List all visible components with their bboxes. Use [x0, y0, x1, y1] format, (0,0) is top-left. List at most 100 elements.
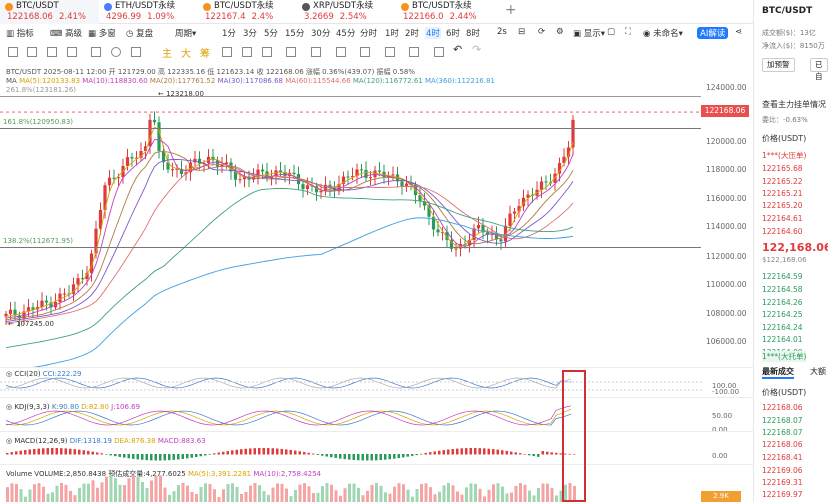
- volume-bar: [330, 484, 333, 502]
- tab-btc-usdt-perp[interactable]: BTC/USDT永续 122167.4 2.4%: [198, 0, 297, 24]
- fullscreen-icon[interactable]: ⛶: [625, 27, 631, 37]
- interval-1h[interactable]: 1时: [385, 27, 399, 39]
- volume-bar: [51, 492, 54, 502]
- volume-pane: Volume VOLUME:2,850.8438 预估成交量:4,277.602…: [0, 464, 753, 502]
- tab-btc-usdt[interactable]: BTC/USDT 122168.06 2.41%: [0, 0, 99, 24]
- bid-row[interactable]: 122164.26: [762, 298, 803, 307]
- fib-tool-icon[interactable]: [222, 47, 232, 57]
- ask-row[interactable]: 122165.21: [762, 189, 803, 198]
- ask-row[interactable]: 122165.22: [762, 177, 803, 186]
- layout-icon[interactable]: ⊟: [518, 27, 525, 37]
- interval-45m[interactable]: 45分: [336, 27, 355, 39]
- chips-tool[interactable]: 筹: [200, 45, 210, 60]
- candle-body: [58, 293, 62, 302]
- volume-bar: [366, 490, 369, 502]
- interval-line[interactable]: 分时: [360, 27, 377, 39]
- template-dropdown[interactable]: ◉ 未命名▾: [643, 27, 683, 39]
- period-dropdown[interactable]: 周期▾: [175, 27, 196, 39]
- candle-body: [436, 229, 440, 233]
- macd-bar: [307, 452, 310, 455]
- volume-bar: [438, 491, 441, 502]
- ask-row[interactable]: 122165.68: [762, 164, 803, 173]
- ticker-tab-bar: BTC/USDT 122168.06 2.41% ETH/USDT永续 4296.…: [0, 0, 753, 24]
- circle-tool-icon[interactable]: [111, 47, 121, 57]
- settings-icon[interactable]: ⚙: [556, 27, 564, 37]
- line-tool-icon[interactable]: [27, 47, 37, 57]
- layer-tool-icon[interactable]: [409, 47, 419, 57]
- arrow-tool-icon[interactable]: [262, 47, 272, 57]
- ai-interpret-button[interactable]: AI解读: [697, 27, 729, 39]
- cursor-tool-icon[interactable]: [8, 47, 18, 57]
- favorited-button[interactable]: 已自: [810, 58, 828, 81]
- indicator-button[interactable]: ▥ 指标: [6, 27, 34, 39]
- lock-tool-icon[interactable]: [336, 47, 346, 57]
- ask-row[interactable]: 122164.60: [762, 227, 803, 236]
- copy-tool-icon[interactable]: [434, 47, 444, 57]
- bid-row[interactable]: 122164.58: [762, 285, 803, 294]
- screenshot-icon[interactable]: ▢: [607, 27, 615, 37]
- interval-2h[interactable]: 2时: [405, 27, 419, 39]
- interval-30m[interactable]: 30分: [311, 27, 330, 39]
- volume-bar: [442, 485, 446, 502]
- macd-bar: [285, 449, 288, 455]
- add-alert-button[interactable]: 加预警: [762, 58, 795, 72]
- volume-bar: [478, 488, 482, 502]
- big-order-tool[interactable]: 大: [181, 45, 191, 60]
- macd-bar: [393, 454, 396, 459]
- parallel-tool-icon[interactable]: [67, 47, 77, 57]
- interval-1m[interactable]: 1分: [222, 27, 236, 39]
- macd-bar: [262, 448, 265, 455]
- volume-bar: [10, 483, 14, 502]
- macd-bar: [388, 454, 391, 460]
- delete-tool-icon[interactable]: [385, 47, 395, 57]
- bid-row[interactable]: 122164.01: [762, 335, 803, 344]
- main-force-tool[interactable]: 主: [162, 45, 172, 60]
- interval-15m[interactable]: 15分: [285, 27, 304, 39]
- macd-bar: [258, 448, 261, 455]
- candlestick-chart[interactable]: [0, 82, 753, 373]
- bid-row[interactable]: 122164.25: [762, 310, 803, 319]
- ruler-tool-icon[interactable]: [242, 47, 252, 57]
- tab-latest-trades[interactable]: 最新成交: [762, 366, 794, 379]
- interval-5m[interactable]: 5分: [264, 27, 278, 39]
- interval-8h[interactable]: 8时: [466, 27, 480, 39]
- advanced-button[interactable]: ⌨ 高级: [50, 27, 82, 39]
- volume-bar: [150, 480, 153, 502]
- interval-3m[interactable]: 3分: [243, 27, 257, 39]
- interval-6h[interactable]: 6时: [446, 27, 460, 39]
- macd-bar: [321, 454, 324, 456]
- volume-bar: [91, 480, 95, 502]
- display-toggle[interactable]: ▣ 显示▾: [573, 27, 605, 39]
- redo-icon[interactable]: ↷: [472, 43, 481, 56]
- tab-big-trades[interactable]: 大额: [810, 366, 826, 377]
- low-marker: ← 107245.00: [8, 320, 54, 328]
- tab-eth-usdt-perp[interactable]: ETH/USDT永续 4296.99 1.09%: [99, 0, 198, 24]
- volume-bar: [204, 483, 207, 502]
- tab-xrp-usdt-perp[interactable]: XRP/USDT永续 3.2669 2.54%: [297, 0, 396, 24]
- ask-row[interactable]: 122165.20: [762, 201, 803, 210]
- share-icon[interactable]: ⋖: [735, 27, 742, 37]
- undo-icon[interactable]: ↶: [453, 43, 462, 56]
- eye-tool-icon[interactable]: [360, 47, 370, 57]
- text-tool-icon[interactable]: [131, 47, 141, 57]
- hline-tool-icon[interactable]: [47, 47, 57, 57]
- volume-bar: [523, 484, 527, 502]
- interval-4h[interactable]: 4时: [425, 27, 441, 39]
- volume-bar: [73, 495, 77, 502]
- ask-row[interactable]: 122164.61: [762, 214, 803, 223]
- tab-btc-usdt-perp-2[interactable]: BTC/USDT永续 122166.0 2.44%: [396, 0, 495, 24]
- macd-bar: [123, 454, 126, 458]
- brush-tool-icon[interactable]: [311, 47, 321, 57]
- macd-bar: [447, 449, 450, 455]
- rect-tool-icon[interactable]: [91, 47, 101, 57]
- bid-row[interactable]: 122164.59: [762, 272, 803, 281]
- macd-bar: [87, 450, 90, 455]
- multi-window-button[interactable]: ▦ 多窗: [88, 27, 116, 39]
- main-orders-link[interactable]: 查看主力挂单情况: [762, 99, 826, 110]
- refresh-icon[interactable]: ⟳: [538, 27, 545, 37]
- replay-button[interactable]: ◷ 复盘: [126, 27, 153, 39]
- macd-bar: [546, 451, 549, 455]
- add-tab-button[interactable]: +: [505, 2, 517, 18]
- magnet-tool-icon[interactable]: [286, 47, 296, 57]
- bid-row[interactable]: 122164.24: [762, 323, 803, 332]
